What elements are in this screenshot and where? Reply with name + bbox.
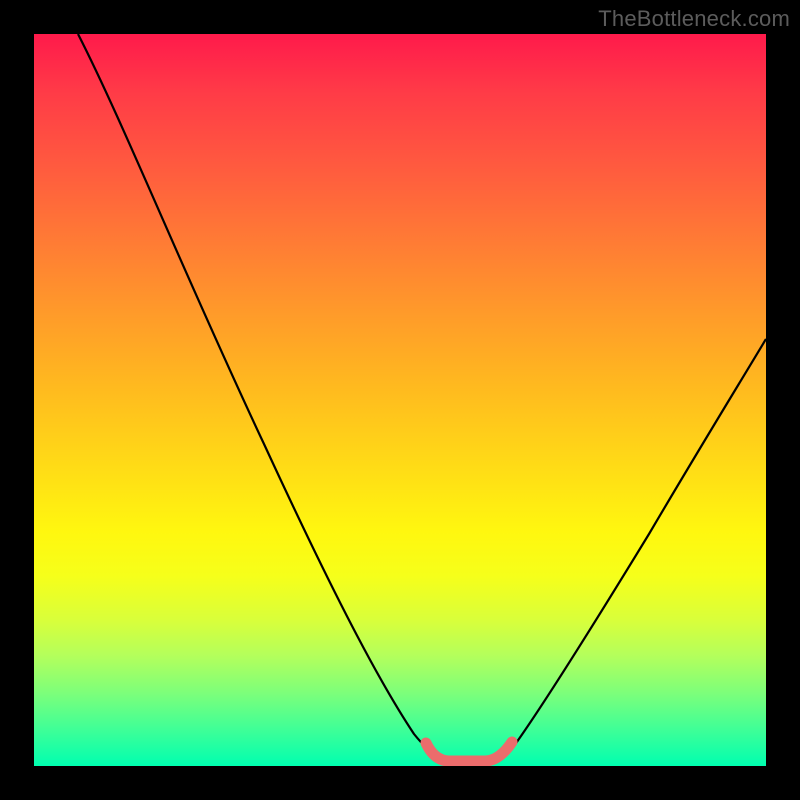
chart-frame: TheBottleneck.com xyxy=(0,0,800,800)
trough-highlight-path xyxy=(426,742,512,761)
trough-highlight xyxy=(34,34,766,766)
plot-area xyxy=(34,34,766,766)
watermark-text: TheBottleneck.com xyxy=(598,6,790,32)
